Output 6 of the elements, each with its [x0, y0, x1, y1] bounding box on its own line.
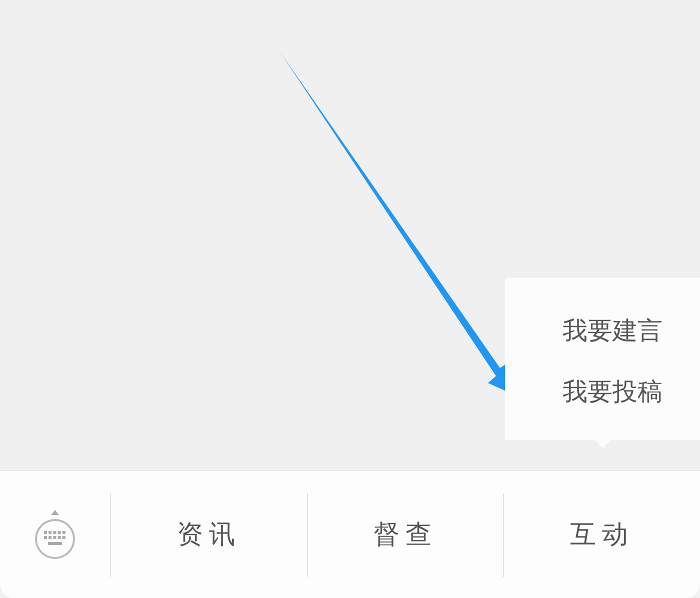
- menu-item[interactable]: 资讯: [110, 492, 307, 576]
- submenu-item[interactable]: 我要投稿: [505, 361, 700, 422]
- menu-item[interactable]: 督查: [306, 492, 504, 576]
- keyboard-icon[interactable]: [33, 508, 77, 560]
- submenu-item[interactable]: 我要建言: [505, 300, 700, 361]
- menu-item[interactable]: 互动: [503, 492, 700, 576]
